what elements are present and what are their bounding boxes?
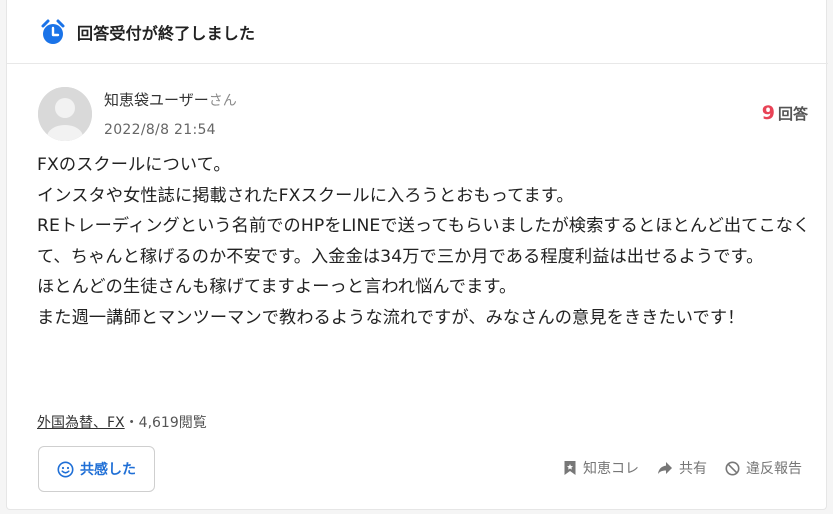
prohibited-icon bbox=[725, 461, 740, 475]
answer-count[interactable]: 9 回答 bbox=[762, 102, 808, 124]
user-name-text: 知恵袋ユーザー bbox=[104, 91, 209, 109]
default-avatar-icon[interactable] bbox=[38, 87, 92, 141]
category-link[interactable]: 外国為替、FX bbox=[37, 415, 125, 431]
report-button[interactable]: 違反報告 bbox=[725, 458, 802, 478]
post-date: 2022/8/8 21:54 bbox=[104, 122, 216, 138]
report-label: 違反報告 bbox=[746, 461, 802, 477]
bookmark-button[interactable]: 知恵コレ bbox=[563, 458, 639, 478]
share-label: 共有 bbox=[679, 461, 707, 477]
meta-separator: ・ bbox=[124, 415, 139, 431]
status-text: 回答受付が終了しました bbox=[77, 23, 256, 43]
answer-count-number: 9 bbox=[761, 102, 775, 124]
action-bar: 知恵コレ 共有 違反報告 bbox=[545, 458, 802, 478]
question-body: FXのスクールについて。 インスタや女性誌に掲載されたFXスクールに入ろうとおも… bbox=[37, 155, 811, 328]
share-button[interactable]: 共有 bbox=[657, 458, 707, 478]
user-name[interactable]: 知恵袋ユーザーさん bbox=[104, 89, 237, 110]
empathy-button[interactable]: 共感した bbox=[38, 446, 155, 492]
bookmark-label: 知恵コレ bbox=[583, 461, 639, 477]
alarm-clock-icon bbox=[39, 18, 67, 46]
question-meta: 外国為替、FX・4,619閲覧 bbox=[37, 412, 207, 432]
empathy-label: 共感した bbox=[80, 462, 136, 478]
share-arrow-icon bbox=[658, 462, 672, 474]
status-bar: 回答受付が終了しました bbox=[7, 0, 828, 64]
view-count: 4,619閲覧 bbox=[138, 415, 207, 431]
smile-icon bbox=[57, 461, 74, 478]
bookmark-icon bbox=[564, 461, 576, 475]
question-card: 回答受付が終了しました 知恵袋ユーザーさん 2022/8/8 21:54 9 回… bbox=[6, 0, 828, 510]
user-suffix: さん bbox=[208, 93, 237, 109]
answer-count-label: 回答 bbox=[777, 105, 808, 123]
